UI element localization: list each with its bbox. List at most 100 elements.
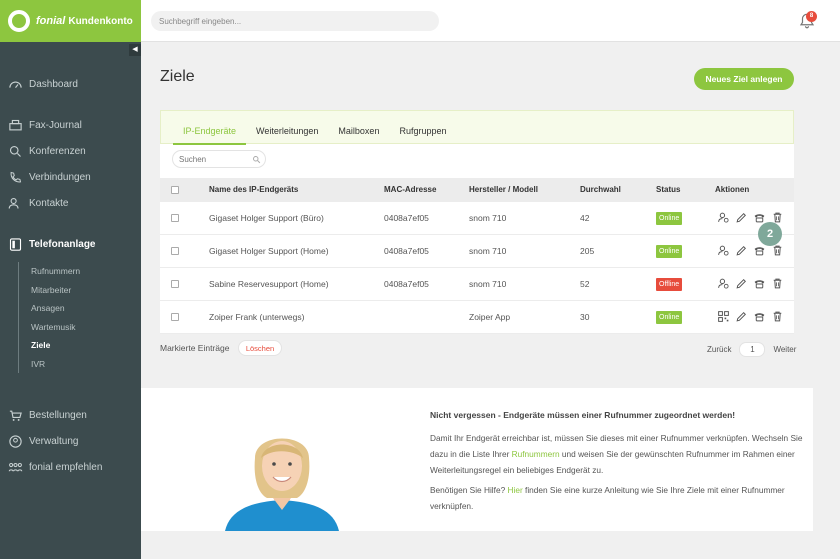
desk-phone-icon[interactable]: [753, 244, 766, 257]
vendor-model: snom 710: [469, 246, 507, 256]
extension: 52: [580, 279, 590, 289]
tab-ip-endgeraete[interactable]: IP-Endgeräte: [173, 111, 247, 145]
tab-rufgruppen[interactable]: Rufgruppen: [389, 111, 456, 145]
prev-page-link[interactable]: Zurück: [707, 345, 731, 354]
trash-icon[interactable]: [771, 310, 784, 323]
mac-address: 0408a7ef05: [384, 279, 429, 289]
delete-button[interactable]: Löschen: [238, 340, 282, 356]
qr-code-icon[interactable]: [717, 310, 730, 323]
trash-icon[interactable]: [771, 244, 784, 257]
table-row[interactable]: Gigaset Holger Support (Büro) 0408a7ef05…: [160, 202, 794, 235]
collapse-sidebar-button[interactable]: ◀: [129, 44, 141, 56]
help-link[interactable]: Hier: [508, 485, 523, 495]
trash-icon[interactable]: [771, 277, 784, 290]
row-checkbox[interactable]: [171, 280, 179, 288]
sidebar: ◀ Dashboard Fax-Journal Konferenzen Verb…: [0, 42, 141, 559]
sidebar-item-fax-journal[interactable]: Fax-Journal: [8, 118, 82, 133]
recommend-icon: [8, 462, 23, 472]
page-number-input[interactable]: 1: [739, 342, 766, 357]
table-header: Name des IP-Endgeräts MAC-Adresse Herste…: [160, 178, 794, 202]
row-checkbox[interactable]: [171, 247, 179, 255]
header-vendor[interactable]: Hersteller / Modell: [469, 178, 538, 202]
vendor-model: Zoiper App: [469, 312, 511, 322]
contacts-icon: [8, 197, 19, 209]
row-actions: [717, 310, 789, 323]
phone-system-icon: [9, 238, 22, 251]
sidebar-item-verwaltung[interactable]: Verwaltung: [8, 434, 78, 449]
sidebar-item-label: Konferenzen: [29, 146, 86, 157]
select-all-checkbox[interactable]: [171, 186, 179, 194]
edit-icon[interactable]: [735, 310, 748, 323]
telefonanlage-subnav: Rufnummern Mitarbeiter Ansagen Wartemusi…: [18, 262, 80, 373]
edit-icon[interactable]: [735, 244, 748, 257]
sub-item-ziele[interactable]: Ziele: [31, 336, 80, 355]
conference-icon: [9, 145, 21, 157]
status-badge: Offline: [656, 278, 683, 291]
info-panel: Nicht vergessen - Endgeräte müssen einer…: [141, 388, 813, 531]
vendor-model: snom 710: [469, 213, 507, 223]
info-paragraph-2: Benötigen Sie Hilfe? Hier finden Sie ein…: [430, 485, 785, 511]
header-mac[interactable]: MAC-Adresse: [384, 178, 436, 202]
desk-phone-icon[interactable]: [753, 277, 766, 290]
rufnummern-link[interactable]: Rufnummern: [512, 449, 560, 459]
header-actions: Aktionen: [715, 185, 750, 194]
assign-user-icon[interactable]: [717, 244, 730, 257]
desk-phone-icon[interactable]: [753, 310, 766, 323]
status-badge: Online: [656, 245, 683, 258]
table-row[interactable]: Sabine Reservesupport (Home) 0408a7ef05 …: [160, 268, 794, 301]
sidebar-item-label: Fax-Journal: [29, 120, 82, 131]
user-circle-icon: [9, 435, 22, 448]
mac-address: 0408a7ef05: [384, 213, 429, 223]
sidebar-item-verbindungen[interactable]: Verbindungen: [8, 170, 91, 185]
sidebar-item-label: Telefonanlage: [29, 239, 96, 250]
sidebar-item-bestellungen[interactable]: Bestellungen: [8, 408, 87, 423]
table-row[interactable]: Zoiper Frank (unterwegs) Zoiper App 30 O…: [160, 301, 794, 334]
targets-card: IP-Endgeräte Weiterleitungen Mailboxen R…: [160, 110, 794, 334]
row-checkbox[interactable]: [171, 214, 179, 222]
support-agent-photo: [225, 438, 339, 531]
desk-phone-icon[interactable]: [753, 211, 766, 224]
phone-icon: [10, 171, 22, 183]
header-status[interactable]: Status: [656, 178, 680, 202]
edit-icon[interactable]: [735, 277, 748, 290]
tab-mailboxen[interactable]: Mailboxen: [328, 111, 389, 145]
status-badge: Online: [656, 311, 683, 324]
tab-bar: IP-Endgeräte Weiterleitungen Mailboxen R…: [160, 110, 794, 145]
sidebar-item-kontakte[interactable]: Kontakte: [8, 196, 68, 211]
info-title: Nicht vergessen - Endgeräte müssen einer…: [430, 410, 736, 420]
device-name: Zoiper Frank (unterwegs): [209, 312, 305, 322]
sidebar-item-label: Bestellungen: [29, 410, 87, 421]
gauge-icon: [9, 81, 22, 88]
sidebar-item-konferenzen[interactable]: Konferenzen: [8, 144, 86, 159]
notification-count-badge[interactable]: 8: [806, 11, 817, 22]
row-checkbox[interactable]: [171, 313, 179, 321]
sub-item-wartemusik[interactable]: Wartemusik: [31, 318, 80, 337]
tab-weiterleitungen[interactable]: Weiterleitungen: [246, 111, 328, 145]
search-icon[interactable]: [252, 155, 261, 164]
row-actions: [717, 211, 789, 224]
global-search-input[interactable]: [151, 11, 439, 31]
marked-entries-label: Markierte Einträge: [160, 343, 230, 353]
edit-icon[interactable]: [735, 211, 748, 224]
table-row[interactable]: Gigaset Holger Support (Home) 0408a7ef05…: [160, 235, 794, 268]
status-badge: Online: [656, 212, 683, 225]
sub-item-ivr[interactable]: IVR: [31, 355, 80, 374]
sidebar-item-dashboard[interactable]: Dashboard: [8, 77, 78, 92]
brand-logo[interactable]: fonial Kundenkonto: [0, 0, 141, 42]
logo-ring-icon: [8, 10, 30, 32]
sidebar-item-label: fonial empfehlen: [29, 462, 103, 473]
sub-item-ansagen[interactable]: Ansagen: [31, 299, 80, 318]
pagination: Zurück 1 Weiter: [707, 342, 796, 357]
row-actions: [717, 244, 789, 257]
sidebar-item-empfehlen[interactable]: fonial empfehlen: [8, 460, 102, 475]
sidebar-item-telefonanlage[interactable]: Telefonanlage: [8, 237, 96, 252]
device-name: Gigaset Holger Support (Büro): [209, 213, 324, 223]
assign-user-icon[interactable]: [717, 211, 730, 224]
sub-item-rufnummern[interactable]: Rufnummern: [31, 262, 80, 281]
next-page-link[interactable]: Weiter: [773, 345, 796, 354]
header-extension[interactable]: Durchwahl: [580, 178, 621, 202]
sub-item-mitarbeiter[interactable]: Mitarbeiter: [31, 281, 80, 300]
assign-user-icon[interactable]: [717, 277, 730, 290]
header-name[interactable]: Name des IP-Endgeräts: [209, 178, 298, 202]
new-target-button[interactable]: Neues Ziel anlegen: [694, 68, 794, 90]
